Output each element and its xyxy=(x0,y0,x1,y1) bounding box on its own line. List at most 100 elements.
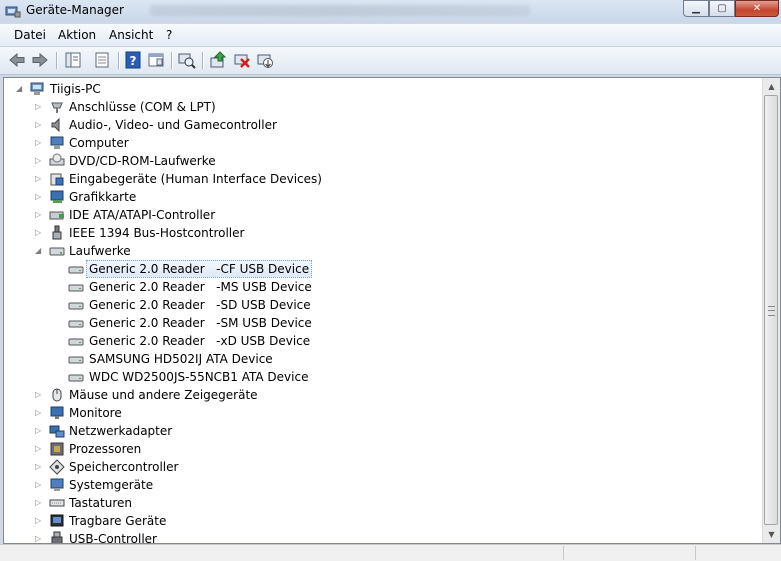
tree-category[interactable]: ▷ Mäuse und andere Zeigegeräte xyxy=(4,386,759,404)
tree-category[interactable]: ▷ Monitore xyxy=(4,404,759,422)
tree-category-label: Tragbare Geräte xyxy=(69,514,167,528)
tree-device[interactable]: Generic 2.0 Reader -xD USB Device xyxy=(4,332,759,350)
expand-icon[interactable]: ▷ xyxy=(35,206,42,224)
disk-drive-icon xyxy=(68,302,84,310)
expand-icon[interactable]: ▷ xyxy=(35,170,42,188)
title-bar: Geräte-Manager ▁ ▢ ✕ xyxy=(0,0,781,22)
update-driver-icon[interactable] xyxy=(209,51,227,69)
tree-device[interactable]: Generic 2.0 Reader -CF USB Device xyxy=(4,260,759,278)
close-button[interactable]: ✕ xyxy=(735,0,779,17)
tree-category-expanded[interactable]: ◢ Laufwerke xyxy=(4,242,759,260)
menu-datei[interactable]: Datei xyxy=(14,28,46,42)
tree-device[interactable]: WDC WD2500JS-55NCB1 ATA Device xyxy=(4,368,759,386)
tree-device-label: Generic 2.0 Reader -SM USB Device xyxy=(89,316,312,330)
tree-device[interactable]: Generic 2.0 Reader -SM USB Device xyxy=(4,314,759,332)
device-tree[interactable]: ◢ Tiigis-PC ▷ Anschlüsse (COM & LPT) ▷ A… xyxy=(3,77,781,544)
minimize-button[interactable]: ▁ xyxy=(683,0,709,17)
tree-device[interactable]: Generic 2.0 Reader -SD USB Device xyxy=(4,296,759,314)
tree-category[interactable]: ▷ Tragbare Geräte xyxy=(4,512,759,530)
expand-icon[interactable]: ▷ xyxy=(35,476,42,494)
tree-device[interactable]: Generic 2.0 Reader -MS USB Device xyxy=(4,278,759,296)
disk-drive-icon xyxy=(68,338,84,346)
menu-help[interactable]: ? xyxy=(166,28,172,42)
tree-category[interactable]: ▷ Computer xyxy=(4,134,759,152)
tree-category[interactable]: ▷ Prozessoren xyxy=(4,440,759,458)
expand-icon[interactable]: ▷ xyxy=(35,98,42,116)
tree-category[interactable]: ▷ IEEE 1394 Bus-Hostcontroller xyxy=(4,224,759,242)
scroll-up-button[interactable]: ▲ xyxy=(763,78,780,95)
tree-category[interactable]: ▷ Eingabegeräte (Human Interface Devices… xyxy=(4,170,759,188)
forward-arrow-icon[interactable] xyxy=(31,51,49,69)
help-icon[interactable]: ? xyxy=(124,51,142,69)
portable-device-icon xyxy=(50,514,64,527)
scroll-thumb[interactable] xyxy=(764,95,778,525)
port-icon xyxy=(51,102,63,113)
firewire-icon xyxy=(52,225,62,240)
scan-hardware-icon[interactable] xyxy=(178,51,196,69)
tree-view-icon[interactable] xyxy=(64,51,82,69)
disk-drive-icon xyxy=(68,374,84,382)
tree-category-label: Grafikkarte xyxy=(69,190,137,204)
expand-icon[interactable]: ▷ xyxy=(35,386,42,404)
tree-category-label: USB-Controller xyxy=(69,532,157,544)
disk-drive-icon xyxy=(68,266,84,274)
expand-icon[interactable]: ▷ xyxy=(35,224,42,242)
tree-device-label: Generic 2.0 Reader -xD USB Device xyxy=(89,334,311,348)
tree-category[interactable]: ▷ Speichercontroller xyxy=(4,458,759,476)
tree-device[interactable]: SAMSUNG HD502IJ ATA Device xyxy=(4,350,759,368)
dvd-drive-icon xyxy=(49,153,65,166)
back-arrow-icon[interactable] xyxy=(8,51,26,69)
tree-category[interactable]: ▷ Systemgeräte xyxy=(4,476,759,494)
scroll-down-button[interactable]: ▼ xyxy=(763,526,780,543)
expand-icon[interactable]: ▷ xyxy=(35,530,42,543)
expand-icon[interactable]: ▷ xyxy=(35,134,42,152)
svg-text:?: ? xyxy=(130,54,137,68)
tree-category[interactable]: ▷ Audio-, Video- und Gamecontroller xyxy=(4,116,759,134)
tree-category[interactable]: ▷ Anschlüsse (COM & LPT) xyxy=(4,98,759,116)
tree-category-label: Systemgeräte xyxy=(69,478,154,492)
tree-category[interactable]: ▷ Tastaturen xyxy=(4,494,759,512)
collapse-icon[interactable]: ◢ xyxy=(35,242,42,260)
tree-category[interactable]: ▷ Grafikkarte xyxy=(4,188,759,206)
tree-category-label: Eingabegeräte (Human Interface Devices) xyxy=(69,172,322,186)
expand-icon[interactable]: ▷ xyxy=(35,458,42,476)
tree-root[interactable]: ◢ Tiigis-PC xyxy=(4,80,759,98)
tree-category[interactable]: ▷ IDE ATA/ATAPI-Controller xyxy=(4,206,759,224)
network-adapter-icon xyxy=(49,425,65,438)
toolbar-separator xyxy=(202,52,203,69)
expand-icon[interactable]: ▷ xyxy=(35,494,42,512)
tree-category-label: Monitore xyxy=(69,406,122,420)
tree-category[interactable]: ▷ DVD/CD-ROM-Laufwerke xyxy=(4,152,759,170)
maximize-button[interactable]: ▢ xyxy=(709,0,735,17)
expand-icon[interactable]: ▷ xyxy=(35,404,42,422)
tree-category[interactable]: ▷ USB-Controller xyxy=(4,530,759,544)
tree-device-label: Generic 2.0 Reader -SD USB Device xyxy=(89,298,311,312)
uninstall-icon[interactable] xyxy=(233,51,251,69)
tree-category[interactable]: ▷ Netzwerkadapter xyxy=(4,422,759,440)
expand-icon[interactable]: ▷ xyxy=(35,152,42,170)
status-divider xyxy=(695,546,696,560)
expand-icon[interactable]: ▷ xyxy=(35,512,42,530)
properties-icon[interactable] xyxy=(93,51,111,69)
tree-category-label: DVD/CD-ROM-Laufwerke xyxy=(69,154,216,168)
expand-icon[interactable]: ▷ xyxy=(35,440,42,458)
tree-root-label: Tiigis-PC xyxy=(50,82,101,96)
vertical-scrollbar[interactable]: ▲ ▼ xyxy=(762,78,780,543)
menu-aktion[interactable]: Aktion xyxy=(58,28,96,42)
window-view-icon[interactable] xyxy=(147,51,165,69)
expand-icon[interactable]: ▷ xyxy=(35,188,42,206)
disable-device-icon[interactable] xyxy=(256,51,274,69)
monitor-icon xyxy=(50,406,64,419)
maximize-icon: ▢ xyxy=(717,3,727,14)
tree-category-label: Laufwerke xyxy=(69,244,131,258)
collapse-icon[interactable]: ◢ xyxy=(16,80,23,98)
disk-drive-icon xyxy=(68,320,84,328)
processor-icon xyxy=(50,442,64,456)
expand-icon[interactable]: ▷ xyxy=(35,422,42,440)
expand-icon[interactable]: ▷ xyxy=(35,116,42,134)
menu-ansicht[interactable]: Ansicht xyxy=(109,28,153,42)
usb-icon xyxy=(51,531,63,543)
menu-bar: Datei Aktion Ansicht ? xyxy=(0,24,781,47)
tree-category-label: Speichercontroller xyxy=(69,460,179,474)
arrow-down-icon: ▼ xyxy=(768,530,775,539)
